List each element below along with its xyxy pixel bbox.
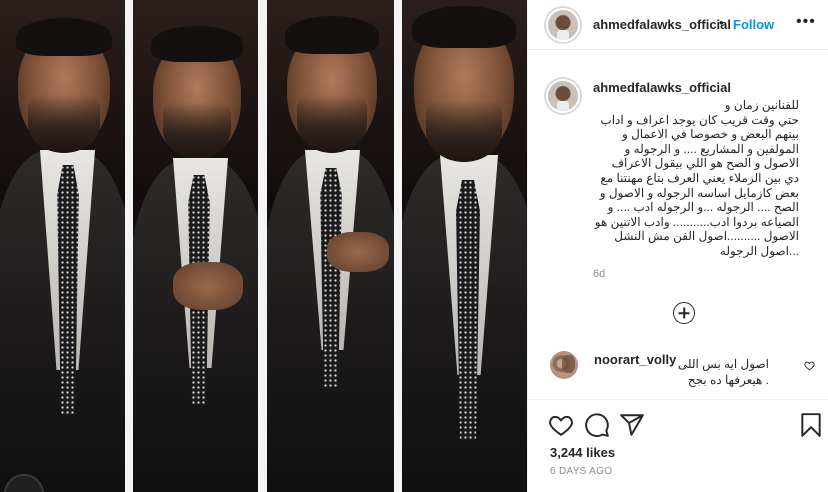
caption-text: للفنانين زمان و حتي وقت قريب كان يوجد اع…	[588, 98, 799, 259]
action-bar	[528, 399, 828, 451]
post-sidebar: ahmedfalawks_official • Follow ••• ahmed…	[527, 0, 828, 492]
caption-line: المولفين و المشاريع .... و الرجوله و	[624, 141, 799, 156]
heart-outline-icon[interactable]	[804, 360, 815, 371]
caption-line: دي بين الزملاء يعني العرف بتاع مهنتنا مع	[600, 170, 799, 185]
caption-line: حتي وقت قريب كان يوجد اعراف و اداب	[600, 112, 799, 127]
heart-outline-icon[interactable]	[548, 412, 574, 438]
caption-line: بعض كازمايل اساسه الرجوله و الاصول و	[599, 185, 799, 200]
caption-line: ...اصول الرجوله	[719, 243, 799, 258]
separator-dot: •	[719, 15, 724, 30]
post-header: ahmedfalawks_official • Follow •••	[528, 0, 828, 50]
caption-username[interactable]: ahmedfalawks_official	[593, 80, 731, 95]
image-panel-4	[402, 0, 527, 492]
comment-line: اصول ايه بس اللى	[677, 357, 769, 371]
plus-circle-icon[interactable]	[673, 302, 695, 324]
image-panel-2	[133, 0, 258, 492]
caption-avatar[interactable]	[546, 79, 580, 113]
post-timestamp[interactable]: 6 DAYS AGO	[550, 466, 612, 477]
image-divider	[394, 0, 402, 492]
caption-age: 6d	[593, 268, 606, 280]
bookmark-icon[interactable]	[798, 412, 824, 438]
avatar[interactable]	[546, 8, 580, 42]
image-divider	[125, 0, 133, 492]
comment-line: . هيعرفها ده بجح	[687, 373, 769, 387]
image-panel-3	[267, 0, 394, 492]
more-options-icon[interactable]: •••	[796, 13, 816, 31]
commenter-avatar[interactable]	[550, 351, 578, 379]
caption-line: الصح .... الرجوله ...و الرجوله ادب .... …	[607, 200, 799, 215]
speech-bubble-icon[interactable]	[584, 412, 610, 438]
comment-text: اصول ايه بس اللى . هيعرفها ده بجح	[588, 356, 769, 388]
post-image[interactable]	[0, 0, 527, 492]
author-username[interactable]: ahmedfalawks_official	[593, 17, 731, 32]
likes-count[interactable]: 3,244 likes	[550, 445, 615, 460]
image-divider	[258, 0, 267, 492]
paper-plane-icon[interactable]	[619, 412, 645, 438]
follow-button[interactable]: Follow	[733, 17, 774, 32]
image-panel-1	[0, 0, 125, 492]
caption-line: الاصول و الصح هو اللي بيقول الاعراف	[611, 156, 799, 171]
caption-line: الاصول ..........اصول الفن مش النشل	[614, 229, 799, 244]
caption-line: بينهم البعض و خصوصا في الاعمال و	[621, 127, 799, 142]
caption-line: الصياعه بردوا ادب........... وادب الاتني…	[594, 214, 799, 229]
caption-line: للفنانين زمان و	[724, 98, 799, 112]
